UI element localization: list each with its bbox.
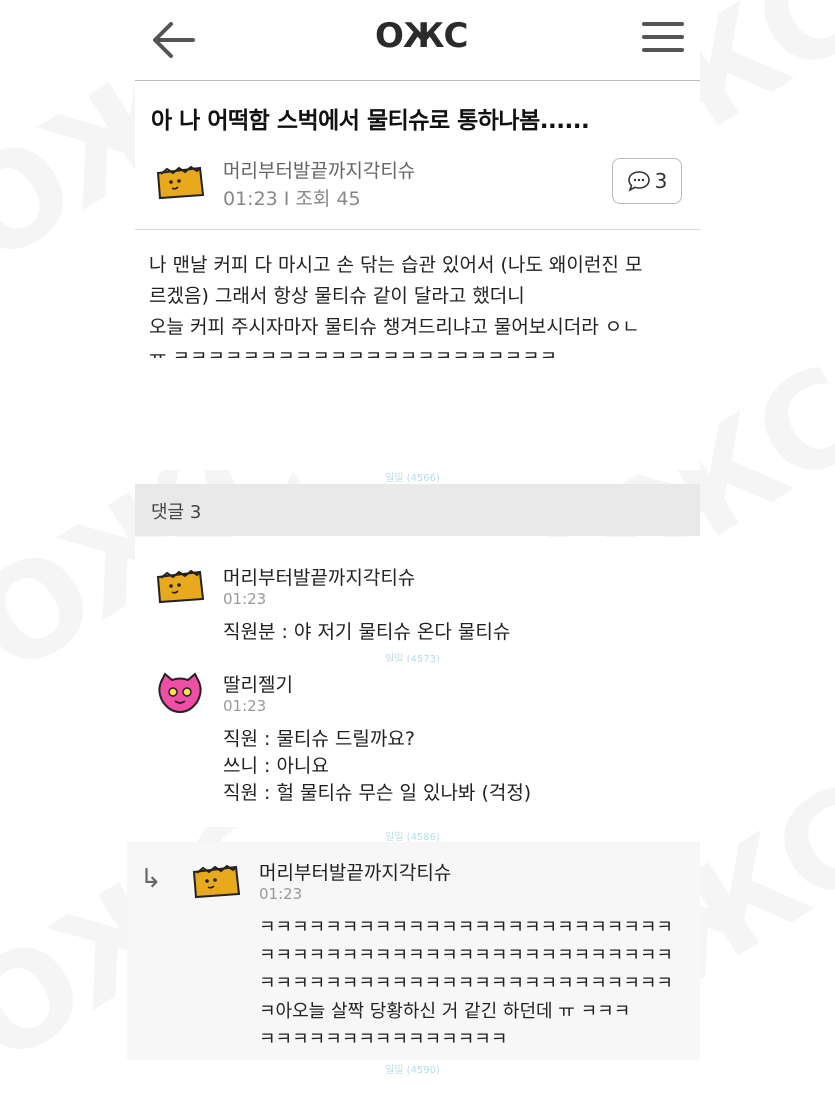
meta-separator: I	[283, 188, 290, 210]
comment-author[interactable]: 딸리젤기	[223, 670, 293, 697]
tissue-box-avatar[interactable]	[191, 864, 241, 904]
post-content: 나 맨날 커피 다 마시고 손 닦는 습관 있어서 (나도 왜이런진 모 르겠음…	[149, 250, 689, 358]
comment-author[interactable]: 머리부터발끝까지각티슈	[223, 563, 415, 590]
ad-label: 일밀 (4566)	[385, 473, 440, 484]
comment-time: 01:23	[259, 885, 303, 903]
tissue-box-icon	[192, 864, 241, 899]
hamburger-line	[642, 48, 684, 52]
post-line: 르겠음) 그래서 항상 물티슈 같이 달라고 했더니	[149, 285, 525, 307]
post-line: 오늘 커피 주시자마자 물티슈 챙겨드리냐고 물어보시더라 ㅇㄴ	[149, 316, 640, 338]
top-navigation-bar: OЖC	[135, 0, 700, 81]
comment-item: 머리부터발끝까지각티슈 01:23 직원분 : 야 저기 물티슈 온다 물티슈	[135, 537, 700, 649]
tissue-box-icon	[156, 165, 205, 200]
post-line: 나 맨날 커피 다 마시고 손 닦는 습관 있어서 (나도 왜이런진 모	[149, 254, 643, 276]
ad-label: 일밀 (4586)	[385, 832, 440, 843]
post-header: 아 나 어떡함 스벅에서 물티슈로 통하나봄...... 머리부터발끝까지각티슈…	[135, 81, 700, 230]
hamburger-icon	[642, 22, 684, 26]
menu-button[interactable]	[642, 22, 684, 58]
site-logo[interactable]: OЖC	[375, 16, 468, 56]
ad-label: 일밀 (4590)	[385, 1065, 440, 1076]
post-meta: 01:23 I 조회 45	[223, 184, 361, 211]
speech-bubble-icon	[627, 171, 650, 192]
comment-author[interactable]: 머리부터발끝까지각티슈	[259, 858, 451, 885]
comment-item: 딸리젤기 01:23 직원 : 물티슈 드릴까요? 쓰니 : 아니요 직원 : …	[135, 662, 700, 827]
post-author[interactable]: 머리부터발끝까지각티슈	[223, 156, 415, 183]
pink-cat-icon	[158, 672, 202, 714]
post-title: 아 나 어떡함 스벅에서 물티슈로 통하나봄......	[151, 108, 590, 134]
comment-time: 01:23	[223, 590, 267, 608]
reply-comment-item: ↳ 머리부터발끝까지각티슈 01:23 ㅋㅋㅋㅋㅋㅋㅋㅋㅋㅋㅋㅋㅋㅋㅋㅋㅋㅋㅋㅋ…	[127, 842, 700, 1060]
comments-header: 댓글 3	[135, 484, 700, 536]
hamburger-line	[642, 35, 684, 39]
comments-count-label: 댓글 3	[151, 502, 202, 523]
arrow-left-icon	[153, 22, 195, 58]
post-body: 나 맨날 커피 다 마시고 손 닦는 습관 있어서 (나도 왜이런진 모 르겠음…	[135, 230, 700, 470]
post-time: 01:23	[223, 188, 278, 210]
comment-text: ㅋㅋㅋㅋㅋㅋㅋㅋㅋㅋㅋㅋㅋㅋㅋㅋㅋㅋㅋㅋㅋㅋㅋㅋㅋ ㅋㅋㅋㅋㅋㅋㅋㅋㅋㅋㅋㅋㅋㅋ…	[259, 917, 673, 1050]
tissue-box-avatar[interactable]	[155, 165, 205, 205]
comment-text: 직원분 : 야 저기 물티슈 온다 물티슈	[223, 621, 511, 643]
back-button[interactable]	[149, 18, 199, 62]
tissue-box-icon	[156, 569, 205, 604]
post-views: 조회 45	[295, 188, 361, 210]
tissue-box-avatar[interactable]	[155, 569, 205, 609]
comment-count-button[interactable]: 3	[612, 158, 682, 204]
comment-text: 직원 : 물티슈 드릴까요? 쓰니 : 아니요 직원 : 헐 물티슈 무슨 일 …	[223, 728, 532, 804]
cat-avatar[interactable]	[155, 672, 205, 718]
post-line: ㅠ ㅋㅋㅋㅋㅋㅋㅋㅋㅋㅋㅋㅋㅋㅋㅋㅋㅋㅋㅋㅋㅋㅋ	[149, 347, 558, 358]
reply-arrow-icon: ↳	[140, 864, 162, 894]
comment-count: 3	[654, 169, 668, 193]
comment-time: 01:23	[223, 697, 267, 715]
